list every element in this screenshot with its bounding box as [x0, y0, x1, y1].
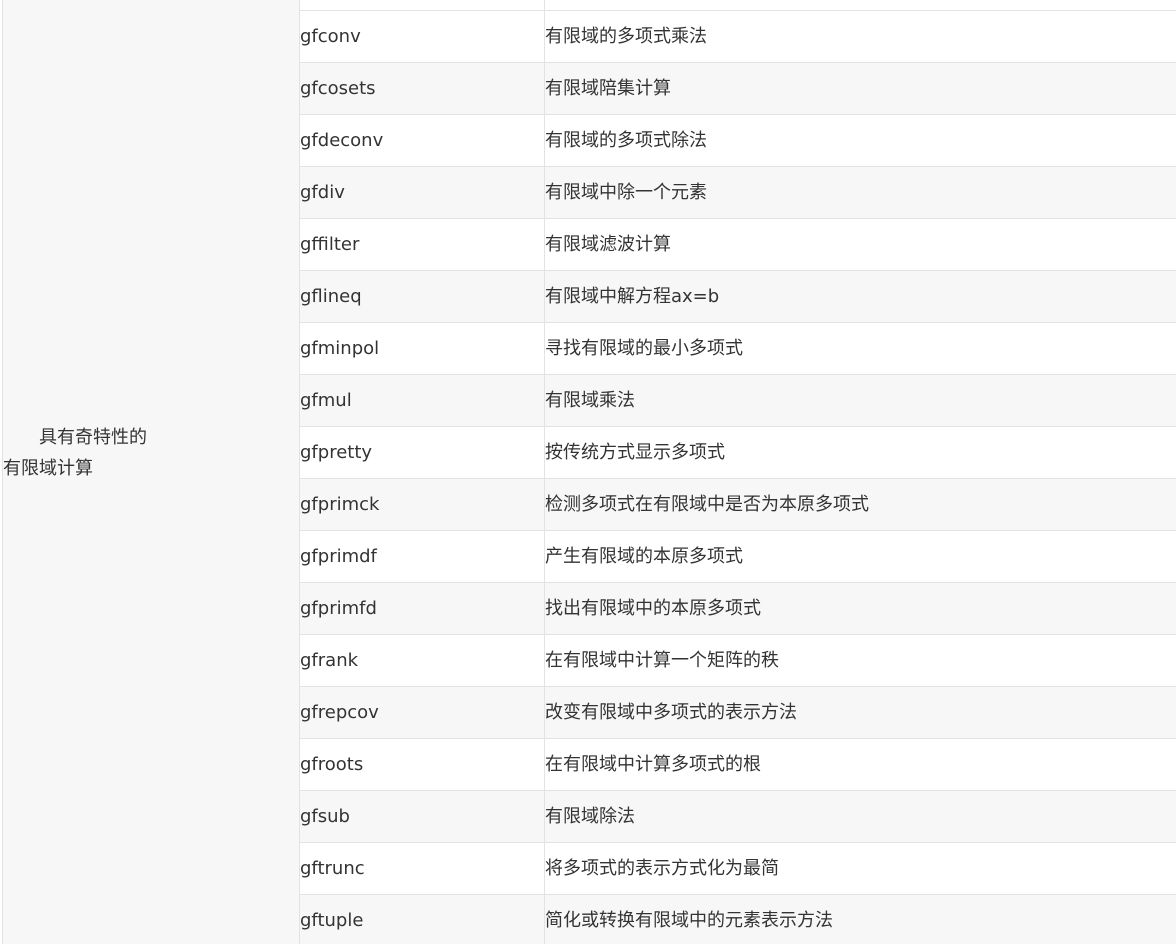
function-description-cell: 产生有限域的本原多项式 — [544, 530, 1176, 583]
function-name-cell: gfconv — [299, 10, 545, 63]
function-name-cell: gfdeconv — [299, 114, 545, 167]
function-description-cell: 有限域陪集计算 — [544, 62, 1176, 115]
function-name-cell: gfprimck — [299, 478, 545, 531]
function-description-cell — [544, 0, 1176, 11]
table-row: 具有奇特性的 有限域计算 — [2, 0, 1176, 944]
function-name-cell: gfsub — [299, 790, 545, 843]
function-description-cell: 找出有限域中的本原多项式 — [544, 582, 1176, 635]
function-name-cell: gffilter — [299, 218, 545, 271]
page: 具有奇特性的 有限域计算 gfconv 有限域的多项式乘法 gfcosets 有… — [0, 0, 1176, 944]
function-name-cell: gftuple — [299, 894, 545, 944]
function-name-cell: gfminpol — [299, 322, 545, 375]
function-description-cell: 简化或转换有限域中的元素表示方法 — [544, 894, 1176, 944]
function-description-cell: 改变有限域中多项式的表示方法 — [544, 686, 1176, 739]
function-description-cell: 将多项式的表示方式化为最简 — [544, 842, 1176, 895]
function-description-cell: 检测多项式在有限域中是否为本原多项式 — [544, 478, 1176, 531]
function-description-cell: 有限域中除一个元素 — [544, 166, 1176, 219]
category-label-line-1: 具有奇特性的 — [39, 426, 147, 448]
function-name-cell: gfrepcov — [299, 686, 545, 739]
function-description-cell: 有限域的多项式乘法 — [544, 10, 1176, 63]
function-description-cell: 有限域中解方程ax=b — [544, 270, 1176, 323]
function-description-cell: 按传统方式显示多项式 — [544, 426, 1176, 479]
function-name-cell: gfprimdf — [299, 530, 545, 583]
function-name-cell: gfdiv — [299, 166, 545, 219]
function-name-cell: gfrank — [299, 634, 545, 687]
function-name-cell: gfcosets — [299, 62, 545, 115]
function-table: 具有奇特性的 有限域计算 gfconv 有限域的多项式乘法 gfcosets 有… — [2, 0, 1176, 944]
function-description-cell: 在有限域中计算一个矩阵的秩 — [544, 634, 1176, 687]
function-description-cell: 有限域滤波计算 — [544, 218, 1176, 271]
function-name-cell — [299, 0, 545, 11]
function-name-cell: gflineq — [299, 270, 545, 323]
function-description-cell: 有限域的多项式除法 — [544, 114, 1176, 167]
category-cell: 具有奇特性的 有限域计算 — [2, 0, 300, 944]
function-table-body: 具有奇特性的 有限域计算 gfconv 有限域的多项式乘法 gfcosets 有… — [2, 0, 1176, 944]
function-name-cell: gfmul — [299, 374, 545, 427]
function-name-cell: gfprimfd — [299, 582, 545, 635]
function-description-cell: 有限域乘法 — [544, 374, 1176, 427]
function-name-cell: gftrunc — [299, 842, 545, 895]
function-name-cell: gfpretty — [299, 426, 545, 479]
function-description-cell: 寻找有限域的最小多项式 — [544, 322, 1176, 375]
function-description-cell: 有限域除法 — [544, 790, 1176, 843]
function-description-cell: 在有限域中计算多项式的根 — [544, 738, 1176, 791]
category-label-line-2: 有限域计算 — [3, 457, 93, 479]
function-name-cell: gfroots — [299, 738, 545, 791]
